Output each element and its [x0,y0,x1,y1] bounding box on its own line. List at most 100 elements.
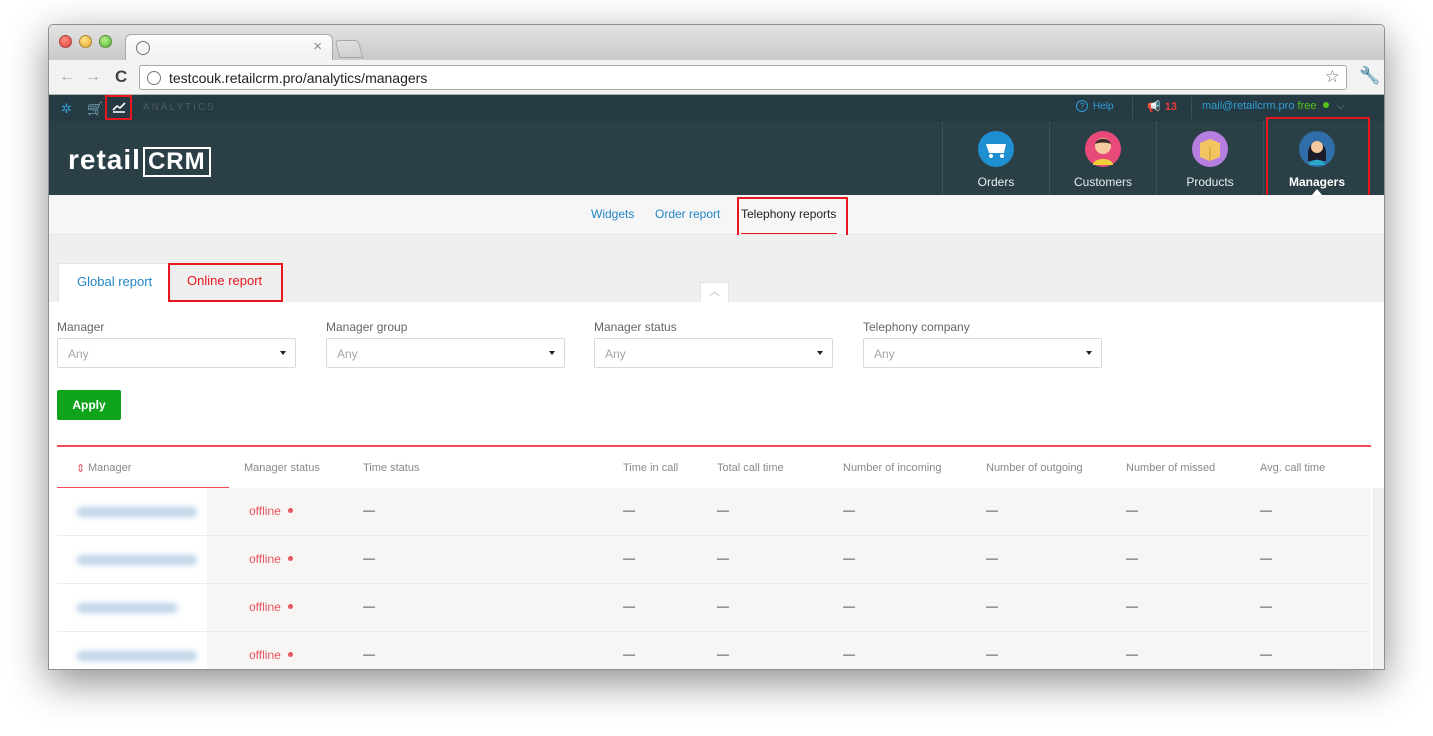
table-cell: — [623,599,635,613]
close-window-icon[interactable] [59,35,72,48]
user-menu[interactable]: mail@retailcrm.pro free ⌵ [1202,100,1345,113]
bookmark-star-icon[interactable]: ☆ [1325,67,1340,87]
collapse-filters-button[interactable]: ︿ [700,282,729,302]
filter-manager-label: Manager [57,320,105,334]
logo-suffix: CRM [142,147,211,177]
status-cell: offline [249,600,293,614]
browser-toolbar: ← → C testcouk.retailcrm.pro/analytics/m… [49,60,1384,95]
table-header: ⇕ Manager Manager status Time status Tim… [57,447,1371,488]
status-text: offline [249,552,281,566]
filter-manager-select[interactable]: Any [57,338,296,368]
close-tab-icon[interactable]: × [313,38,322,55]
minimize-window-icon[interactable] [79,35,92,48]
notifications-button[interactable]: 📢 13 [1147,100,1177,113]
table-cell: — [1126,599,1138,613]
status-cell: offline [249,648,293,662]
nav-products[interactable]: Products [1156,121,1263,195]
blurred-manager-name[interactable] [77,507,197,517]
manager-name-cell[interactable] [57,488,207,535]
table-cell: — [843,503,855,517]
blurred-manager-name[interactable] [77,651,197,661]
table-cell: — [717,503,729,517]
sortable-manager-header[interactable]: ⇕ Manager [57,447,229,488]
tab-global-report[interactable]: Global report [58,263,172,302]
table-row: offline — — — — — — — [57,632,1371,669]
table-cell: — [363,647,375,661]
table-cell: — [623,647,635,661]
crm-header: retail CRM Orders Customers Products Mana… [49,117,1384,200]
manager-name-cell[interactable] [57,584,207,631]
table-cell: — [623,503,635,517]
new-tab-button[interactable] [334,40,364,58]
chevron-down-icon: ⌵ [1336,100,1345,112]
notification-count: 13 [1164,101,1177,113]
select-value: Any [605,347,626,361]
column-header: Manager status [244,462,320,474]
manager-name-cell[interactable] [57,632,207,669]
apply-button[interactable]: Apply [57,390,121,420]
filter-manager-status-select[interactable]: Any [594,338,833,368]
status-text: offline [249,648,281,662]
nav-customers-label: Customers [1073,175,1132,189]
column-header: Number of missed [1126,462,1216,474]
blurred-manager-name[interactable] [77,555,197,565]
plan-label: free [1297,100,1317,112]
table-row: offline — — — — — — — [57,536,1371,584]
table-cell: — [843,551,855,565]
filter-telephony-company-select[interactable]: Any [863,338,1102,368]
reload-icon[interactable]: C [115,67,127,87]
caret-down-icon [817,351,823,355]
address-text[interactable]: testcouk.retailcrm.pro/analytics/manager… [169,70,427,86]
caret-down-icon [549,351,555,355]
status-cell: offline [249,552,293,566]
table-cell: — [986,503,998,517]
nav-customers[interactable]: Customers [1049,121,1156,195]
table-cell: — [843,647,855,661]
browser-tab-bar: × [49,25,1384,61]
crm-top-bar: ✲ 🛒 ANALYTICS ? Help 📢 13 mail@retailcrm.p… [49,95,1384,121]
table-cell: — [623,551,635,565]
user-email: mail@retailcrm.pro [1202,100,1295,112]
highlight-analytics [105,95,132,120]
address-bar[interactable]: testcouk.retailcrm.pro/analytics/manager… [139,65,1347,90]
subnav-order-report[interactable]: Order report [655,207,720,221]
select-value: Any [68,347,89,361]
site-info-icon[interactable] [147,71,161,85]
help-link[interactable]: ? Help [1076,100,1114,112]
status-dot-icon [287,652,293,657]
subnav-widgets[interactable]: Widgets [591,207,634,221]
sort-arrows-icon: ⇕ [76,463,86,475]
sub-navigation: Widgets Order report Telephony reports [49,195,1384,245]
caret-down-icon [280,351,286,355]
browser-window: × ← → C testcouk.retailcrm.pro/analytics… [48,24,1385,670]
filter-manager-group-select[interactable]: Any [326,338,565,368]
manager-name-cell[interactable] [57,536,207,583]
help-label: Help [1093,101,1114,112]
wrench-icon[interactable]: 🔧 [1359,66,1380,86]
table-cell: — [843,599,855,613]
highlight-online-report [168,263,283,302]
browser-tab[interactable]: × [125,34,333,61]
status-dot-icon [287,556,293,561]
table-cell: — [1260,647,1272,661]
table-row: offline — — — — — — — [57,488,1371,536]
table-cell: — [1260,599,1272,613]
megaphone-icon: 📢 [1147,101,1161,113]
section-label: ANALYTICS [143,102,216,113]
cart-icon[interactable]: 🛒 [87,101,103,117]
divider [1191,97,1192,119]
forward-icon[interactable]: → [85,68,101,86]
back-icon[interactable]: ← [59,68,75,86]
column-header: Avg. call time [1260,462,1326,474]
status-text: offline [249,504,281,518]
vertical-scrollbar[interactable] [1373,488,1384,669]
blurred-manager-name[interactable] [77,603,177,613]
zoom-window-icon[interactable] [99,35,112,48]
column-header: Time in call [623,462,679,474]
table-cell: — [986,599,998,613]
nav-orders[interactable]: Orders [942,121,1049,195]
retailcrm-logo[interactable]: retail CRM [68,144,211,177]
help-icon: ? [1076,100,1088,112]
column-header: Number of outgoing [986,462,1083,474]
settings-gear-icon[interactable]: ✲ [61,101,72,117]
